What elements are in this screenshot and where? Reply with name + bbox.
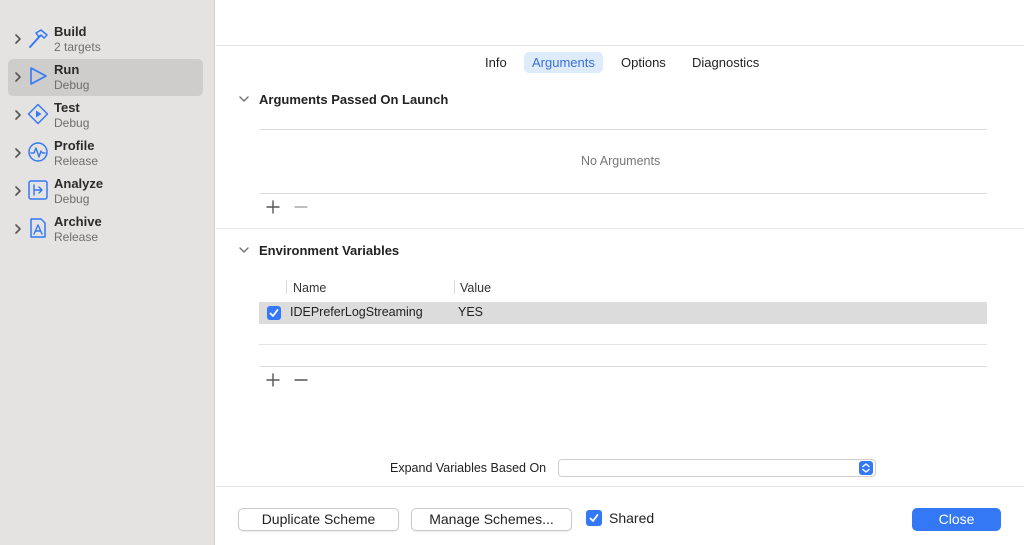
action-name: Analyze [54,176,104,191]
action-name: Archive [54,214,102,229]
select-stepper-icon [859,461,873,475]
env-var-name[interactable]: IDEPreferLogStreaming [290,305,423,319]
chevron-right-icon[interactable] [13,32,23,46]
action-name: Build [54,24,87,39]
env-var-value[interactable]: YES [458,305,483,319]
scheme-editor-main: Info Arguments Options Diagnostics Argum… [216,0,1024,545]
section-collapse-chevron-icon[interactable] [238,245,250,255]
no-arguments-text: No Arguments [581,154,661,168]
close-button[interactable]: Close [912,508,1001,531]
sidebar-action-archive[interactable]: Archive Release [8,211,203,248]
table-row[interactable]: IDEPreferLogStreaming YES [259,302,987,324]
divider [259,344,987,345]
checkmark-icon [269,309,279,317]
expand-variables-select[interactable] [558,459,876,477]
add-variable-plus-icon[interactable] [265,372,281,388]
tab-options[interactable]: Options [613,52,674,73]
action-subtitle: Release [54,154,99,168]
action-subtitle: Debug [54,116,90,130]
shared-checkbox[interactable] [586,510,602,526]
analyze-icon [28,180,48,200]
remove-argument-minus-icon[interactable] [293,199,309,215]
section-divider [216,228,1024,229]
action-subtitle: 2 targets [54,40,101,54]
shared-label[interactable]: Shared [609,510,654,526]
sidebar-action-analyze[interactable]: Analyze Debug [8,173,203,210]
divider [259,193,987,194]
action-subtitle: Debug [54,192,90,206]
expand-variables-label: Expand Variables Based On [390,461,547,475]
action-name: Profile [54,138,95,153]
tab-arguments[interactable]: Arguments [524,52,603,73]
sidebar-action-run[interactable]: Run Debug [8,59,203,96]
chevron-right-icon[interactable] [13,184,23,198]
sidebar-action-test[interactable]: Test Debug [8,97,203,134]
top-divider [216,45,1024,46]
enabled-checkbox[interactable] [267,306,281,320]
manage-schemes-button[interactable]: Manage Schemes... [411,508,572,531]
hammer-icon [29,29,48,48]
divider [259,366,987,367]
environment-section-title: Environment Variables [259,243,400,258]
tab-info[interactable]: Info [477,52,515,73]
sidebar-action-profile[interactable]: Profile Release [8,135,203,172]
tab-bar: Info Arguments Options Diagnostics [216,52,1024,73]
chevron-right-icon[interactable] [13,70,23,84]
tab-diagnostics[interactable]: Diagnostics [684,52,767,73]
footer-divider [216,486,1024,487]
scheme-actions-sidebar: Build 2 targets Run Debug Test Debug Pro… [0,0,215,545]
remove-variable-minus-icon[interactable] [293,372,309,388]
section-collapse-chevron-icon[interactable] [238,94,250,104]
column-header-name[interactable]: Name [293,281,326,295]
arguments-section-title: Arguments Passed On Launch [259,92,449,107]
add-argument-plus-icon[interactable] [265,199,281,215]
archive-icon [30,218,46,238]
chevron-right-icon[interactable] [13,146,23,160]
divider [259,129,987,130]
action-subtitle: Debug [54,78,90,92]
action-subtitle: Release [54,230,99,244]
play-icon [30,67,47,85]
action-name: Run [54,62,80,77]
duplicate-scheme-button[interactable]: Duplicate Scheme [238,508,399,531]
waveform-icon [28,142,48,162]
column-separator [454,280,455,294]
checkmark-icon [589,514,599,522]
chevron-right-icon[interactable] [13,222,23,236]
column-header-value[interactable]: Value [460,281,491,295]
column-separator [286,280,287,294]
chevron-right-icon[interactable] [13,108,23,122]
sidebar-action-build[interactable]: Build 2 targets [8,21,203,58]
test-diamond-icon [27,103,49,125]
action-name: Test [54,100,80,115]
